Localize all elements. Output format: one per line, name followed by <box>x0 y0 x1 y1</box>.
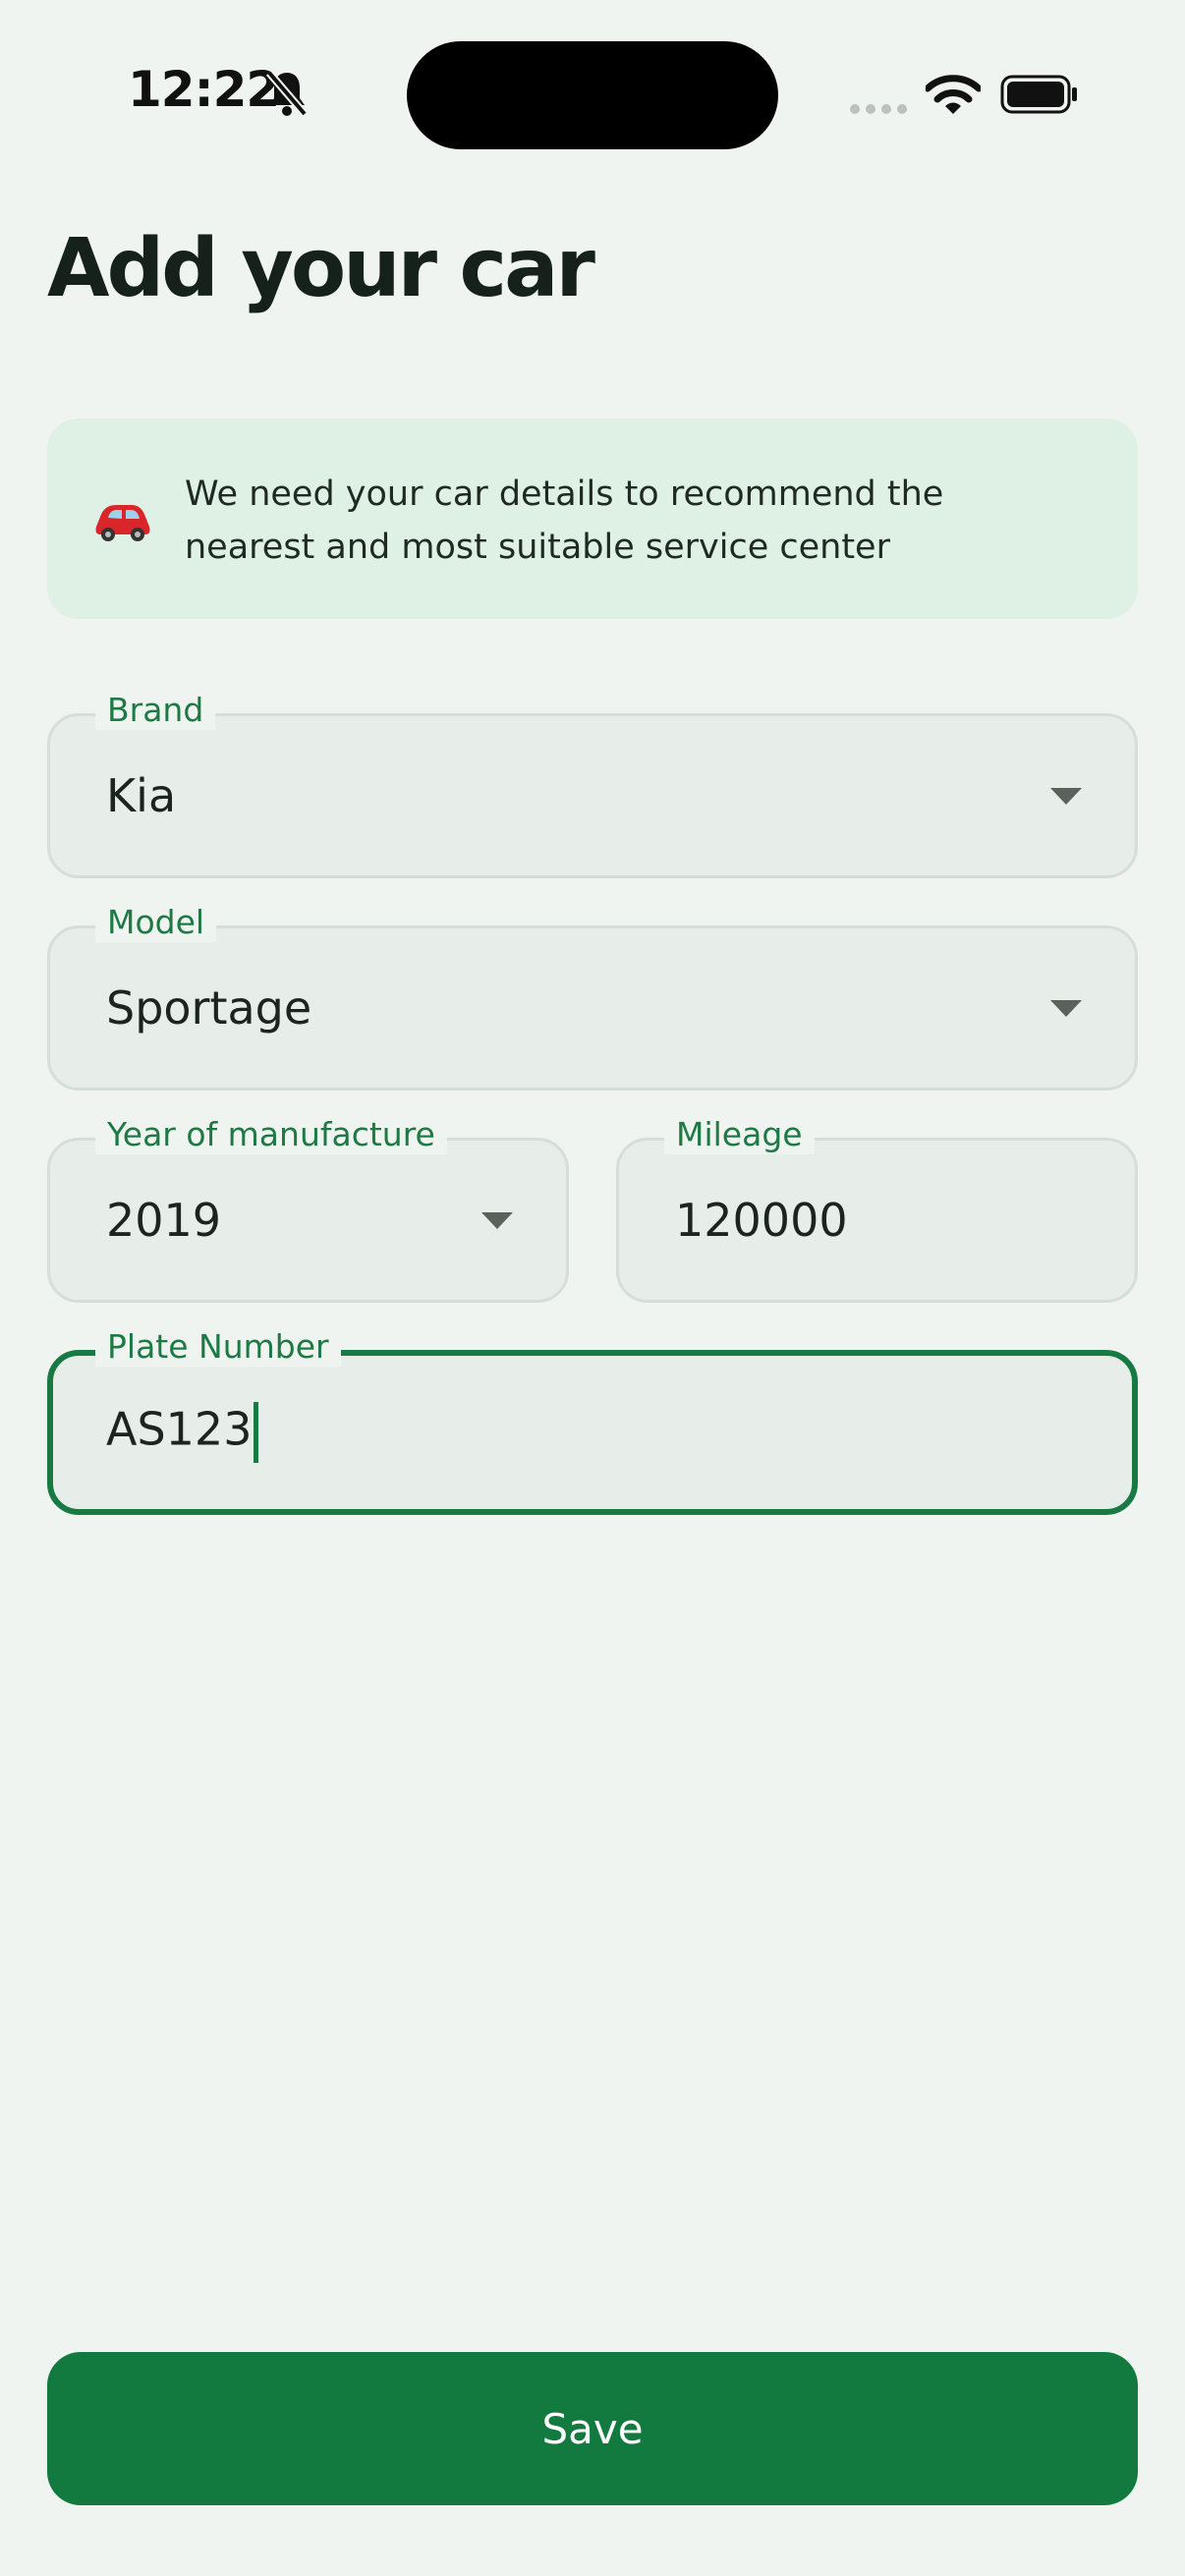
chevron-down-icon[interactable] <box>1050 788 1082 805</box>
dynamic-island <box>407 41 778 149</box>
info-banner-text: We need your car details to recommend th… <box>185 475 944 567</box>
plate-number-value: AS123 <box>106 1402 253 1456</box>
year-select[interactable]: Year of manufacture 2019 <box>47 1115 569 1303</box>
plate-number-field[interactable]: Plate Number AS123 <box>47 1327 1138 1515</box>
brand-select[interactable]: Brand Kia <box>47 691 1138 878</box>
mileage-label: Mileage <box>664 1115 815 1154</box>
brand-value: Kia <box>106 769 177 822</box>
battery-icon <box>1000 75 1077 114</box>
plate-number-input-wrap[interactable]: AS123 <box>106 1402 259 1463</box>
model-label: Model <box>95 903 217 942</box>
mileage-field[interactable]: Mileage 120000 <box>616 1115 1138 1303</box>
year-label: Year of manufacture <box>95 1115 447 1154</box>
year-value: 2019 <box>106 1194 222 1247</box>
chevron-down-icon[interactable] <box>481 1212 513 1229</box>
plate-number-label: Plate Number <box>95 1327 341 1367</box>
model-select[interactable]: Model Sportage <box>47 903 1138 1091</box>
save-button[interactable]: Save <box>47 2352 1138 2505</box>
page-title: Add your car <box>47 222 595 315</box>
bell-muted-icon <box>265 70 309 117</box>
mileage-value: 120000 <box>675 1194 848 1247</box>
brand-label: Brand <box>95 691 216 730</box>
info-banner: We need your car details to recommend th… <box>47 419 1138 619</box>
model-value: Sportage <box>106 981 312 1035</box>
wifi-icon <box>926 75 981 114</box>
status-time: 12:22 <box>128 61 280 118</box>
car-icon <box>95 505 150 541</box>
text-cursor <box>254 1402 259 1463</box>
chevron-down-icon[interactable] <box>1050 1000 1082 1017</box>
cellular-signal-icon <box>850 104 907 114</box>
